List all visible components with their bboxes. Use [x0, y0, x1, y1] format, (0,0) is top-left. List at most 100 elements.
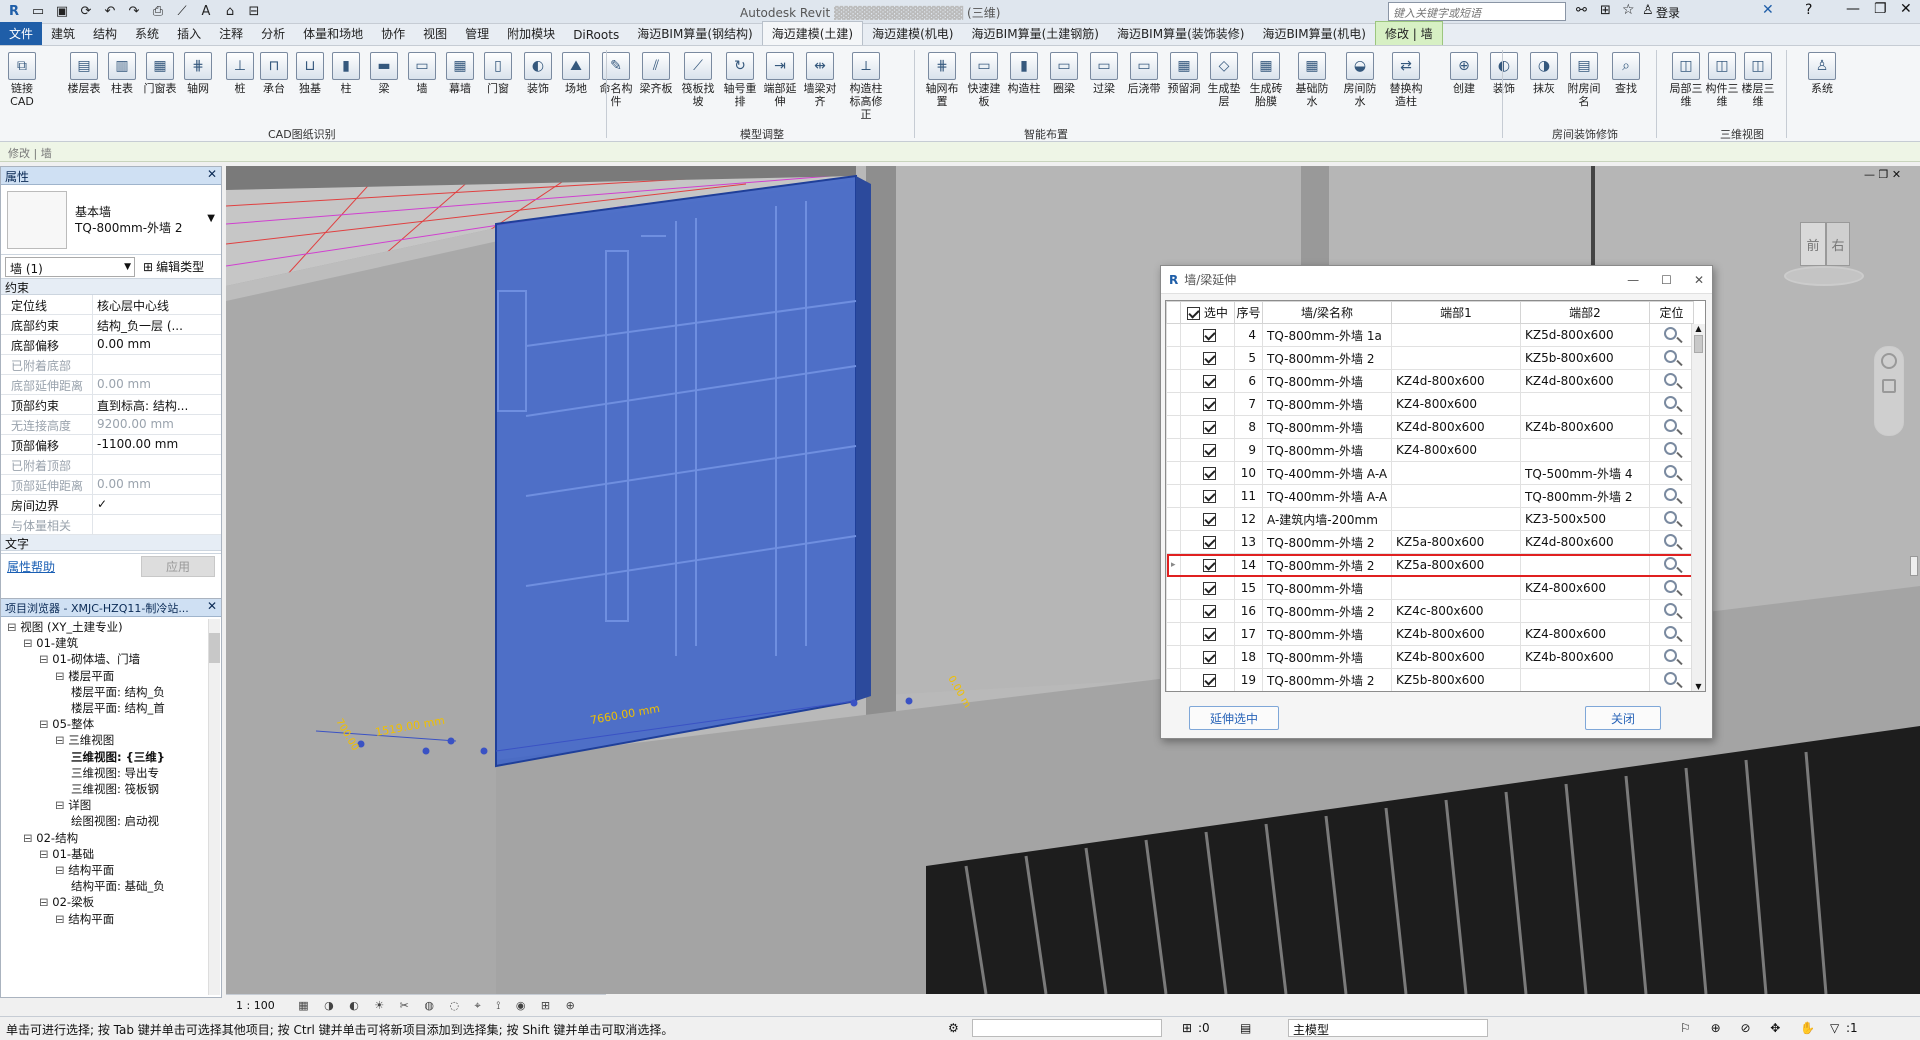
header-locate[interactable]: 定位 — [1649, 301, 1694, 324]
table-row[interactable]: 13 TQ-800mm-外墙 2 KZ5a-800x600 KZ4d-800x600 — [1166, 530, 1694, 554]
locate-magnifier-icon[interactable] — [1664, 580, 1677, 593]
row-checkbox[interactable] — [1203, 605, 1216, 618]
property-row[interactable]: 底部延伸距离 0.00 mm — [1, 375, 221, 395]
property-value[interactable]: 结构_负一层 (... — [93, 315, 221, 334]
grid-scrollbar[interactable]: ▲ ▼ — [1691, 324, 1705, 691]
collapse-icon[interactable]: ⊟ — [39, 895, 52, 909]
tree-node[interactable]: ⊟ 楼层平面 — [55, 668, 114, 684]
row-select-cell[interactable] — [1180, 553, 1235, 577]
ribbon-button-24[interactable]: ▮ 构造柱 — [1006, 52, 1042, 95]
row-locate-cell[interactable] — [1649, 484, 1694, 508]
collapse-icon[interactable]: ⊟ — [7, 620, 20, 634]
property-row[interactable]: 底部约束 结构_负一层 (... — [1, 315, 221, 335]
property-row[interactable]: 顶部延伸距离 0.00 mm — [1, 475, 221, 495]
tree-node[interactable]: ⊟ 05-整体 — [39, 716, 94, 732]
ribbon-button-17[interactable]: ⟋ 筏板找坡 — [680, 52, 716, 108]
ribbon-button-7[interactable]: ⊔ 独基 — [292, 52, 328, 95]
row-checkbox[interactable] — [1203, 421, 1216, 434]
group-text[interactable]: 文字 — [1, 535, 221, 551]
selection-tools-icon[interactable]: ⚐ ⊕ ⊘ ✥ ✋ — [1680, 1021, 1823, 1035]
tree-node[interactable]: ⊟ 结构平面 — [55, 911, 114, 927]
zoom-icon[interactable] — [1882, 379, 1896, 393]
tab-4[interactable]: 插入 — [168, 22, 210, 45]
tab-12[interactable]: DiRoots — [564, 25, 628, 45]
ribbon-button-1[interactable]: ▤ 楼层表 — [66, 52, 102, 95]
tab-10[interactable]: 管理 — [456, 22, 498, 45]
row-checkbox[interactable] — [1203, 398, 1216, 411]
locate-magnifier-icon[interactable] — [1664, 419, 1677, 432]
redo-icon[interactable]: ↷ — [124, 3, 144, 21]
tree-node[interactable]: ⊟ 三维视图 — [55, 732, 114, 748]
tab-15[interactable]: 海迈建模(机电) — [863, 22, 962, 45]
row-locate-cell[interactable] — [1649, 507, 1694, 531]
row-checkbox[interactable] — [1203, 329, 1216, 342]
property-row[interactable]: 顶部偏移 -1100.00 mm — [1, 435, 221, 455]
sync-icon[interactable]: ⟳ — [76, 3, 96, 21]
table-row[interactable]: 11 TQ-400mm-外墙 A-A TQ-800mm-外墙 2 — [1166, 484, 1694, 508]
save-icon[interactable]: ▣ — [52, 3, 72, 21]
editable-icon[interactable]: ⊞ — [1182, 1021, 1192, 1035]
tab-19[interactable]: 修改 | 墙 — [1374, 21, 1443, 45]
locate-magnifier-icon[interactable] — [1664, 557, 1677, 570]
table-row[interactable]: 17 TQ-800mm-外墙 KZ4b-800x600 KZ4-800x600 — [1166, 622, 1694, 646]
instance-filter[interactable]: 墙 (1) ▼ — [5, 256, 135, 277]
tree-node[interactable]: ⊟ 01-建筑 — [23, 635, 78, 651]
tree-node[interactable]: 楼层平面: 结构_负 — [71, 684, 165, 700]
group-constraints[interactable]: 约束 — [1, 279, 221, 295]
header-name[interactable]: 墙/梁名称 — [1262, 301, 1392, 324]
tree-node[interactable]: 绘图视图: 启动视 — [71, 813, 159, 829]
design-options-icon[interactable]: ▤ — [1240, 1021, 1251, 1035]
table-row[interactable]: 16 TQ-800mm-外墙 2 KZ4c-800x600 — [1166, 599, 1694, 623]
ribbon-button-38[interactable]: ⌕ 查找 — [1608, 52, 1644, 95]
property-row[interactable]: 已附着顶部 — [1, 455, 221, 475]
ribbon-button-12[interactable]: ▯ 门窗 — [480, 52, 516, 95]
row-locate-cell[interactable] — [1649, 645, 1694, 669]
extend-selected-button[interactable]: 延伸选中 — [1189, 706, 1279, 730]
header-index[interactable]: 序号 — [1234, 301, 1263, 324]
collapse-icon[interactable]: ⊟ — [55, 669, 68, 683]
dialog-close-icon[interactable]: ✕ — [1694, 273, 1704, 287]
row-checkbox[interactable] — [1203, 559, 1216, 572]
tab-3[interactable]: 系统 — [126, 22, 168, 45]
model-dropdown[interactable]: 主模型 — [1288, 1019, 1488, 1037]
scale-label[interactable]: 1 : 100 — [236, 999, 275, 1012]
table-row[interactable]: 9 TQ-800mm-外墙 KZ4-800x600 — [1166, 438, 1694, 462]
text-icon[interactable]: A — [196, 3, 216, 21]
locate-magnifier-icon[interactable] — [1664, 327, 1677, 340]
search-input[interactable]: 键入关键字或短语 — [1388, 2, 1566, 21]
tree-node[interactable]: 三维视图: 导出专 — [71, 765, 159, 781]
row-locate-cell[interactable] — [1649, 530, 1694, 554]
open-icon[interactable]: ▭ — [28, 3, 48, 21]
close-icon[interactable]: ✕ — [207, 599, 217, 613]
filter-icon[interactable]: ▽ — [1830, 1021, 1839, 1035]
tree-node[interactable]: ⊟ 02-梁板 — [39, 894, 94, 910]
collapse-icon[interactable]: ⊟ — [55, 798, 68, 812]
ribbon-button-34[interactable]: ⊕ 创建 — [1446, 52, 1482, 95]
property-value[interactable]: ✓ — [93, 495, 221, 514]
print-icon[interactable]: ⎙ — [148, 3, 168, 21]
row-locate-cell[interactable] — [1649, 438, 1694, 462]
row-locate-cell[interactable] — [1649, 392, 1694, 416]
measure-icon[interactable]: ⟋ — [172, 3, 192, 21]
connect-icon[interactable]: ⊞ — [1600, 3, 1611, 18]
row-select-cell[interactable] — [1180, 576, 1235, 600]
ribbon-button-18[interactable]: ↻ 轴号重排 — [722, 52, 758, 108]
edit-type-icon[interactable]: ⊞ — [143, 260, 153, 274]
row-select-cell[interactable] — [1180, 392, 1235, 416]
cube-face-front[interactable]: 前 — [1800, 222, 1826, 266]
restore-button[interactable]: ❐ — [1874, 1, 1887, 17]
tab-6[interactable]: 分析 — [252, 22, 294, 45]
ribbon-button-27[interactable]: ▭ 后浇带 — [1126, 52, 1162, 95]
table-row[interactable]: 7 TQ-800mm-外墙 KZ4-800x600 — [1166, 392, 1694, 416]
row-locate-cell[interactable] — [1649, 553, 1694, 577]
property-row[interactable]: 顶部约束 直到标高: 结构... — [1, 395, 221, 415]
ribbon-button-0[interactable]: ⧉ 链接CAD — [4, 52, 40, 108]
row-locate-cell[interactable] — [1649, 576, 1694, 600]
row-locate-cell[interactable] — [1649, 668, 1694, 691]
row-select-cell[interactable] — [1180, 668, 1235, 691]
row-locate-cell[interactable] — [1649, 599, 1694, 623]
user-icon[interactable]: ♙ — [1642, 3, 1654, 18]
row-select-cell[interactable] — [1180, 507, 1235, 531]
ribbon-button-29[interactable]: ◇ 生成垫层 — [1206, 52, 1242, 108]
browser-scrollbar[interactable] — [208, 619, 220, 995]
